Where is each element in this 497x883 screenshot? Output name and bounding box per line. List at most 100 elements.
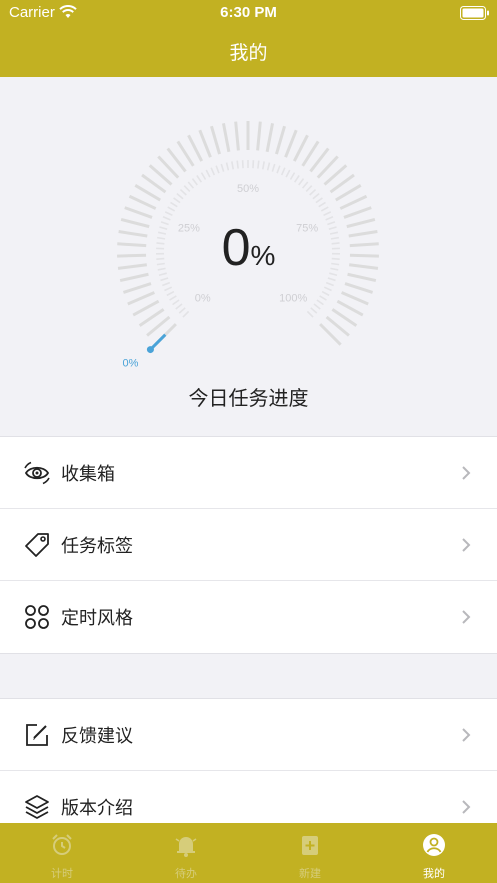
status-bar: Carrier 6:30 PM <box>0 0 497 26</box>
gauge-inner-tick <box>315 197 323 204</box>
gauge-inner-tick <box>236 160 239 169</box>
gauge-outer-tick <box>198 129 212 158</box>
gauge-inner-tick <box>309 188 317 196</box>
gauge-inner-tick <box>289 172 296 180</box>
progress-value: 0% <box>0 218 497 278</box>
gauge-inner-tick <box>323 286 332 292</box>
gauge-inner-tick <box>294 175 300 183</box>
gauge-inner-tick <box>225 162 230 171</box>
menu-item-label: 版本介绍 <box>61 798 133 819</box>
tab-todo[interactable]: 待办 <box>124 823 248 883</box>
gauge-inner-tick <box>220 163 225 172</box>
gauge-outer-tick <box>122 282 152 294</box>
tab-label: 我的 <box>423 867 445 880</box>
eye-icon <box>24 461 50 485</box>
gauge-outer-tick <box>336 299 364 317</box>
menu-item-inbox[interactable]: 收集箱 <box>0 437 497 509</box>
tab-label: 计时 <box>51 867 73 880</box>
gauge-inner-tick <box>196 175 202 183</box>
gauge-inner-tick <box>183 185 191 193</box>
gauge-inner-tick <box>298 178 305 186</box>
menu-item-feedback[interactable]: 反馈建议 <box>0 699 497 771</box>
gauge-inner-tick <box>306 310 314 318</box>
gauge-inner-tick <box>187 181 195 189</box>
gauge-pointer-label: 0% <box>122 358 138 370</box>
chevron-right-icon <box>462 610 471 624</box>
gauge-outer-tick <box>292 134 309 162</box>
gauge-inner-tick <box>175 303 183 310</box>
progress-unit: % <box>250 240 276 271</box>
tab-new[interactable]: 新建 <box>248 823 372 883</box>
gauge-inner-tick <box>312 193 320 200</box>
gauge-inner-tick <box>261 161 265 170</box>
gauge-outer-tick <box>124 206 153 219</box>
gauge-inner-tick <box>285 169 291 178</box>
tab-mine[interactable]: 我的 <box>372 823 496 883</box>
menu-item-timer-style[interactable]: 定时风格 <box>0 581 497 653</box>
chevron-right-icon <box>462 538 471 552</box>
gauge-outer-tick <box>344 282 374 294</box>
progress-gauge-panel: 0% 25% 50% 75% 100% 0% 0% 今日任务进度 <box>0 77 497 436</box>
gauge-outer-tick <box>341 291 369 306</box>
gauge-inner-tick <box>210 167 216 176</box>
gauge-inner-tick <box>321 290 330 297</box>
gauge-inner-tick <box>162 281 171 287</box>
gauge-inner-tick <box>164 286 173 292</box>
gauge-inner-tick <box>313 303 321 310</box>
gauge-outer-tick <box>128 194 157 210</box>
tab-label: 待办 <box>175 867 197 880</box>
bottom-tab-bar: 计时 待办 新建 我的 <box>0 823 497 883</box>
gauge-outer-tick <box>134 184 161 202</box>
gauge-inner-tick <box>276 165 281 174</box>
menu-item-label: 任务标签 <box>61 536 133 557</box>
gauge-inner-tick <box>280 167 286 176</box>
gauge-inner-tick <box>323 211 332 217</box>
bell-icon <box>175 837 197 857</box>
chevron-right-icon <box>462 466 471 480</box>
gauge-inner-tick <box>182 310 190 318</box>
gauge-scale-label: 100% <box>279 292 307 304</box>
gauge-inner-tick <box>166 290 175 297</box>
gauge-inner-tick <box>176 193 184 200</box>
gauge-scale-label: 0% <box>195 292 211 304</box>
gauge-inner-tick <box>191 178 198 186</box>
top-header: Carrier 6:30 PM 我的 <box>0 0 497 77</box>
gauge-inner-tick <box>179 188 187 196</box>
battery-icon <box>460 6 489 20</box>
gauge-inner-tick <box>320 206 329 212</box>
gauge-inner-tick <box>170 201 178 208</box>
menu-group-primary: 收集箱 任务标签 定时风格 <box>0 436 497 654</box>
gauge-inner-tick <box>301 181 309 189</box>
gauge-inner-tick <box>310 307 318 314</box>
gauge-outer-tick <box>335 184 362 202</box>
edit-icon <box>26 724 48 746</box>
gauge-inner-tick <box>325 281 334 287</box>
gauge-inner-tick <box>316 299 324 306</box>
gauge-inner-tick <box>178 307 186 314</box>
menu-item-task-tags[interactable]: 任务标签 <box>0 509 497 581</box>
gauge-outer-tick <box>256 121 262 151</box>
alarm-clock-icon <box>52 834 72 855</box>
clock-time: 6:30 PM <box>220 4 277 21</box>
gauge-inner-tick <box>160 277 169 282</box>
gauge-outer-tick <box>210 125 221 155</box>
gauge-outer-tick <box>343 206 372 219</box>
progress-number: 0 <box>221 219 251 277</box>
gauge-outer-tick <box>339 194 368 210</box>
gauge-inner-tick <box>257 160 260 169</box>
menu-item-label: 定时风格 <box>61 608 133 629</box>
gauge-outer-tick <box>127 291 155 306</box>
gauge-inner-tick <box>172 299 180 306</box>
chevron-right-icon <box>462 800 471 814</box>
new-note-icon <box>302 836 318 855</box>
gauge-inner-tick <box>164 211 173 217</box>
gauge-scale-label: 50% <box>237 183 259 195</box>
gauge-inner-tick <box>327 277 336 282</box>
user-icon <box>423 834 445 856</box>
tab-timer[interactable]: 计时 <box>0 823 124 883</box>
gauge-outer-tick <box>132 299 160 317</box>
gauge-inner-tick <box>231 161 235 170</box>
gauge-outer-tick <box>234 121 240 151</box>
gauge-inner-tick <box>318 201 326 208</box>
tab-label: 新建 <box>299 867 321 880</box>
